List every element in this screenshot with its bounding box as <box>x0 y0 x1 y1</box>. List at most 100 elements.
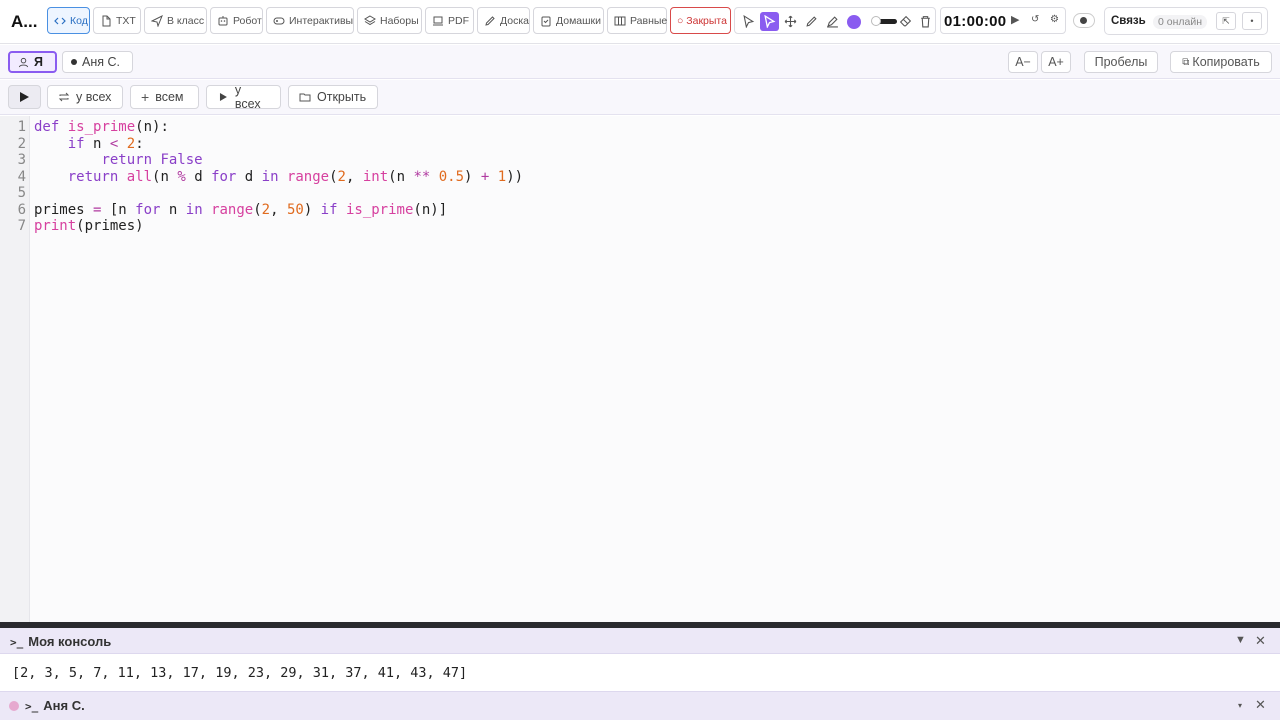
open-button[interactable]: Открыть <box>288 85 378 109</box>
closed-status-label: ○ Закрыта <box>677 14 727 27</box>
robot-icon <box>218 15 228 25</box>
tab-interactives-label: Интерактивы <box>289 14 354 27</box>
user-tab-anya[interactable]: Аня С. <box>62 51 133 73</box>
tab-homework-label: Домашки <box>556 14 602 27</box>
tab-sets-label: Наборы <box>380 14 419 27</box>
tab-to-class-label: В класс <box>167 14 205 27</box>
spaces-button[interactable]: Пробелы <box>1084 51 1158 73</box>
peer-console-title-text: Аня С. <box>43 698 85 713</box>
thickness-slider-knob[interactable] <box>871 16 881 26</box>
tab-homework[interactable]: Домашки <box>533 7 604 34</box>
terminal-icon: >_ <box>10 636 24 649</box>
plus-icon: + <box>141 89 150 105</box>
tab-board[interactable]: Доска <box>477 7 530 34</box>
tab-pdf[interactable]: PDF <box>425 7 474 34</box>
users-bar: Я Аня С. A− A+ Пробелы ⧉ Копировать <box>0 45 1280 79</box>
code-editor[interactable]: 1 2 3 4 5 6 7 def is_prime(n): if n < 2:… <box>0 116 1280 622</box>
pencil-icon <box>485 15 495 26</box>
line-gutter: 1 2 3 4 5 6 7 <box>0 116 30 622</box>
swap-all-label: у всех <box>76 90 112 104</box>
app-brand: A... <box>11 12 38 31</box>
my-console-header: >_ Моя консоль ▼ ✕ <box>0 628 1280 654</box>
marker-icon[interactable] <box>823 12 842 31</box>
play-icon <box>20 92 29 102</box>
select-icon[interactable] <box>760 12 779 31</box>
my-console-output: [2, 3, 5, 7, 11, 13, 17, 19, 23, 29, 31,… <box>0 655 1280 690</box>
tab-robot-label: Робот <box>233 14 262 27</box>
pen-icon[interactable] <box>802 12 821 31</box>
top-toolbar: A... Код TXT В класс Робот Интерактивы Н… <box>0 0 1280 44</box>
add-all-button[interactable]: + всем <box>130 85 199 109</box>
tab-interactives[interactable]: Интерактивы <box>266 7 354 34</box>
copy-icon: ⧉ <box>1182 56 1190 68</box>
settings-icon[interactable]: ⚙ <box>1050 14 1059 25</box>
menu-dot-icon[interactable]: • <box>1242 12 1262 30</box>
trash-icon[interactable] <box>916 12 935 31</box>
tab-board-label: Доска <box>500 14 529 27</box>
color-swatch[interactable] <box>847 15 861 29</box>
play-icon[interactable]: ▶ <box>1011 13 1019 26</box>
peer-console-title: >_ Аня С. <box>25 698 85 713</box>
line-number: 4 <box>17 168 26 185</box>
close-icon[interactable]: ✕ <box>1255 697 1266 713</box>
console-output-text: [2, 3, 5, 7, 11, 13, 17, 19, 23, 29, 31,… <box>12 665 468 681</box>
code-icon <box>54 17 66 24</box>
line-number: 3 <box>17 152 26 168</box>
closed-status-button[interactable]: ○ Закрыта <box>670 7 731 34</box>
lesson-timer: 01:00:00 ▶ ↺ ⚙ <box>940 7 1066 34</box>
tab-code-label: Код <box>70 14 88 27</box>
action-bar: у всех + всем у всех Открыть <box>0 80 1280 115</box>
copy-label: Копировать <box>1192 55 1260 69</box>
tab-robot[interactable]: Робот <box>210 7 263 34</box>
small-play-icon <box>219 93 227 101</box>
reset-icon[interactable]: ↺ <box>1031 14 1039 25</box>
add-all-label: всем <box>155 90 184 104</box>
columns-icon <box>614 16 626 25</box>
line-number: 5 <box>17 185 26 201</box>
layers-icon <box>364 14 376 25</box>
move-icon[interactable] <box>781 12 800 31</box>
copy-button[interactable]: ⧉ Копировать <box>1170 51 1272 73</box>
user-tab-me[interactable]: Я <box>8 51 57 73</box>
tab-equal-label: Равные <box>630 14 668 27</box>
font-decrease-button[interactable]: A− <box>1008 51 1038 73</box>
close-icon[interactable]: ✕ <box>1255 633 1266 649</box>
filter-icon[interactable]: ▼ <box>1235 634 1246 646</box>
online-dot <box>71 59 77 65</box>
tab-sets[interactable]: Наборы <box>357 7 422 34</box>
file-icon <box>102 15 111 26</box>
eraser-icon[interactable] <box>896 12 915 31</box>
comm-panel: Связь 0 онлайн ⇱ • <box>1104 7 1268 35</box>
record-toggle[interactable] <box>1073 13 1095 28</box>
line-number: 7 <box>17 218 26 234</box>
run-all-button[interactable]: у всех <box>206 83 281 111</box>
tab-to-class[interactable]: В класс <box>144 7 207 34</box>
pointer-icon[interactable] <box>739 12 758 31</box>
clipboard-icon <box>541 16 551 26</box>
tab-pdf-label: PDF <box>448 14 469 27</box>
small-chevron-icon[interactable]: ▾ <box>1238 701 1242 710</box>
run-button[interactable] <box>8 85 41 109</box>
online-count: 0 онлайн <box>1153 15 1208 29</box>
collapse-icon[interactable]: ⇱ <box>1216 12 1236 30</box>
repeat-icon <box>58 92 70 102</box>
timer-value: 01:00:00 <box>944 13 1007 30</box>
line-number: 2 <box>17 135 26 152</box>
gamepad-icon <box>273 17 285 24</box>
my-console-title: >_ Моя консоль <box>10 634 111 649</box>
peer-status-dot <box>9 701 19 711</box>
font-increase-button[interactable]: A+ <box>1041 51 1071 73</box>
folder-icon <box>299 93 311 102</box>
tab-code[interactable]: Код <box>47 7 90 34</box>
swap-all-button[interactable]: у всех <box>47 85 123 109</box>
tab-equal[interactable]: Равные <box>607 7 667 34</box>
line-number: 6 <box>17 201 26 218</box>
run-all-label: у всех <box>234 83 261 111</box>
my-console-title-text: Моя консоль <box>28 634 112 649</box>
tab-txt[interactable]: TXT <box>93 7 141 34</box>
user-tab-me-label: Я <box>34 55 43 69</box>
code-content[interactable]: def is_prime(n): if n < 2: return False … <box>34 119 523 235</box>
user-tab-anya-label: Аня С. <box>82 55 120 69</box>
comm-label: Связь <box>1111 15 1146 27</box>
send-icon <box>151 14 163 27</box>
